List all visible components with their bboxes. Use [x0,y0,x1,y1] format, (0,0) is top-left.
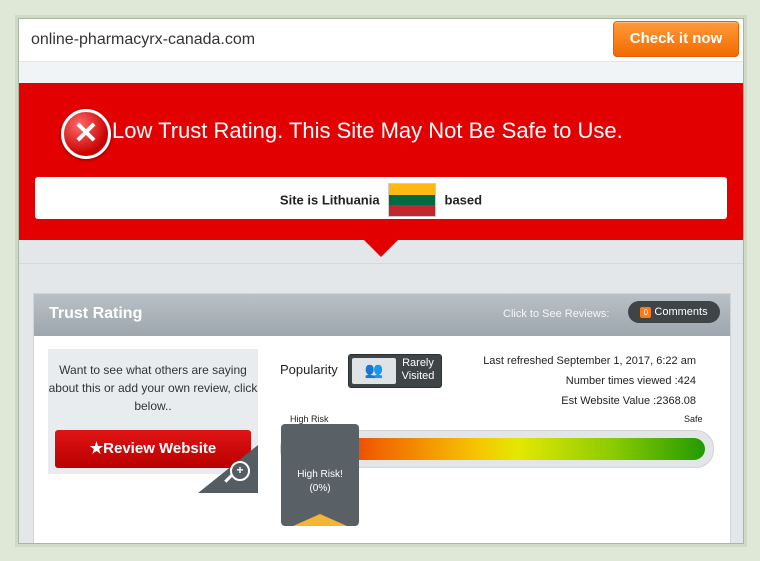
marker-label-line1: High Risk! [297,469,343,480]
popularity-label: Popularity [280,362,338,377]
popularity-badge: 👥 Rarely Visited [348,354,442,388]
trust-marker: High Risk! (0%) [281,424,359,526]
trust-rating-panel: Trust Rating Click to See Reviews: 0 Comm… [33,293,731,543]
lithuania-flag-icon [388,183,437,217]
error-x-icon: ✕ [61,109,111,159]
marker-pointer [293,514,347,526]
separator-strip [19,62,743,83]
warning-banner: ✕ Low Trust Rating. This Site May Not Be… [19,83,743,240]
comment-icon: 0 [640,306,652,318]
banner-title: Low Trust Rating. This Site May Not Be S… [112,118,623,143]
website-value: Est Website Value :2368.08 [561,395,696,407]
comments-label: Comments [654,306,708,318]
banner-pointer [364,240,398,257]
last-refreshed: Last refreshed September 1, 2017, 6:22 a… [483,355,696,367]
panel-title: Trust Rating [49,305,143,322]
panel-header: Trust Rating Click to See Reviews: 0 Comm… [34,294,730,336]
review-box: Want to see what others are saying about… [48,349,258,493]
location-prefix: Site is Lithuania [279,192,380,208]
risk-label-safe: Safe [684,414,703,424]
reviews-hint: Click to See Reviews: [503,308,610,320]
browser-frame: online-pharmacyrx-canada.com Check it no… [18,18,744,544]
review-prompt: Want to see what others are saying about… [48,363,258,413]
marker-label-line2: (0%) [309,483,331,494]
site-domain: online-pharmacyrx-canada.com [31,31,256,48]
comments-button[interactable]: 0 Comments [628,301,720,323]
divider [19,263,743,264]
popularity-value: Rarely Visited [401,357,435,382]
users-icon: 👥 [352,358,396,384]
marker-label: High Risk! (0%) [281,468,359,496]
location-suffix: based [444,192,483,208]
zoom-in-icon[interactable]: + [230,461,250,481]
times-viewed: Number times viewed :424 [565,375,696,387]
location-box: Site is Lithuania based [35,177,727,219]
check-it-now-button[interactable]: Check it now [613,21,739,57]
risk-label-high: High Risk [290,414,329,424]
url-bar: online-pharmacyrx-canada.com Check it no… [19,19,743,62]
